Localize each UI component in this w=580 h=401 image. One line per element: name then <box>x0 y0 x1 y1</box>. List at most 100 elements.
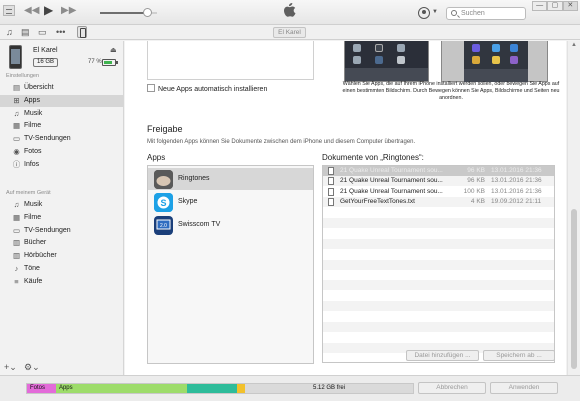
mini-app-icon <box>492 56 500 64</box>
footer: Fotos Apps 5.12 GB frei Abbrechen Anwenden <box>0 375 580 401</box>
music-icon: ♫ <box>13 200 20 209</box>
sidebar-item-bücher[interactable]: ▥ Bücher <box>0 237 123 249</box>
storage-segment: Apps <box>55 384 188 393</box>
volume-slider[interactable] <box>100 12 148 14</box>
window-menu-icon[interactable] <box>3 5 15 16</box>
sidebar-item-label: Apps <box>24 96 40 104</box>
volume-knob[interactable] <box>143 8 152 17</box>
sidebar-item-apps[interactable]: ⊞ Apps <box>0 94 123 107</box>
mini-app-icon <box>397 56 405 64</box>
title-bar: ◀◀ ▶ ▶▶ ▼ Suchen — ▢ ✕ <box>0 0 580 25</box>
main-scrollbar[interactable]: ▲ <box>567 41 580 375</box>
iphone-thumbnail-icon <box>9 45 22 69</box>
add-file-button[interactable]: Datei hinzufügen ... <box>406 350 479 361</box>
photos-icon: ◉ <box>13 147 20 156</box>
storage-segment <box>237 384 246 393</box>
previous-track-icon[interactable]: ◀◀ <box>24 5 39 16</box>
search-icon <box>451 10 457 16</box>
info-icon: ⓘ <box>12 159 21 169</box>
mini-app-icon <box>397 44 405 52</box>
sidebar-item-label: Filme <box>24 213 42 221</box>
mini-app-icon <box>510 56 518 64</box>
sidebar-item-label: Musik <box>24 201 43 208</box>
apps-column-header: Apps <box>147 153 166 162</box>
document-date: 13.01.2016 21:36 <box>491 167 542 174</box>
capacity-badge: 16 GB <box>33 58 59 67</box>
more-icon[interactable]: ••• <box>56 27 65 37</box>
sidebar-item-musik[interactable]: ♫ Musik <box>0 108 123 120</box>
save-to-button[interactable]: Speichern ab ... <box>483 350 555 361</box>
storage-segment <box>187 384 238 393</box>
iphone-icon[interactable] <box>77 26 87 38</box>
document-file-icon <box>328 187 334 196</box>
empty-row <box>323 208 554 218</box>
home-screen-preview-1[interactable] <box>344 41 429 82</box>
sidebar-item-infos[interactable]: ⓘ Infos <box>0 159 123 171</box>
document-file-icon <box>328 177 334 186</box>
film-icon: ▦ <box>12 121 21 131</box>
sidebar-item-käufe[interactable]: ≡ Käufe <box>0 276 123 288</box>
account-caret-icon[interactable]: ▼ <box>432 9 438 15</box>
home-screen-preview-2[interactable] <box>441 41 548 82</box>
sidebar-item-filme[interactable]: ▦ Filme <box>0 212 123 224</box>
document-date: 19.09.2012 21:11 <box>491 198 542 206</box>
sidebar-item-tv-sendungen[interactable]: ▭ TV-Sendungen <box>0 225 123 237</box>
sidebar-item-musik[interactable]: ♫ Musik <box>0 199 123 211</box>
app-row-ringtones[interactable]: Ringtones <box>148 168 313 190</box>
scroll-thumb[interactable] <box>571 209 577 369</box>
document-row[interactable]: GetYourFreeTextTones.txt 4 KB 19.09.2012 2… <box>323 197 554 208</box>
document-name: 21 Quake Unreal Tournament sou... <box>340 167 443 174</box>
document-row[interactable]: 21 Quake Unreal Tournament sou... 96 KB 13… <box>323 166 554 176</box>
document-size: 96 KB <box>467 177 485 185</box>
main-panel: Neue Apps automatisch installieren Wähle… <box>125 41 566 375</box>
sidebar-item-fotos[interactable]: ◉ Fotos <box>0 146 123 158</box>
auto-install-row[interactable]: Neue Apps automatisch installieren <box>147 84 267 93</box>
sidebar-item-übersicht[interactable]: ▤ Übersicht <box>0 82 123 94</box>
sidebar-item-label: TV-Sendungen <box>24 135 71 143</box>
film-icon[interactable]: ▤ <box>21 27 30 38</box>
sidebar-item-label: Übersicht <box>24 84 54 91</box>
empty-row <box>323 270 554 280</box>
tv-icon[interactable]: ▭ <box>38 27 47 38</box>
add-playlist-button[interactable]: +⌄ <box>4 362 17 373</box>
preview-screen <box>464 41 528 82</box>
audiobooks-icon: ▥ <box>12 251 21 261</box>
empty-row <box>323 280 554 291</box>
mini-app-icon <box>472 56 480 64</box>
apply-button[interactable]: Anwenden <box>490 382 558 394</box>
eject-icon[interactable]: ⏏ <box>110 46 117 54</box>
sidebar-item-töne[interactable]: ♪ Töne <box>0 263 123 275</box>
sidebar-settings-button[interactable]: ⚙⌄ <box>24 362 40 373</box>
auto-install-checkbox[interactable] <box>147 84 155 92</box>
sidebar-item-label: Käufe <box>24 277 43 285</box>
cancel-button[interactable]: Abbrechen <box>418 382 486 394</box>
document-name: 21 Quake Unreal Tournament sou... <box>340 187 443 195</box>
sidebar-item-tv-sendungen[interactable]: ▭ TV-Sendungen <box>0 133 123 145</box>
app-row-swisscom-tv[interactable]: 2.0 Swisscom TV <box>148 214 313 236</box>
sidebar-item-label: Hörbücher <box>24 252 57 260</box>
empty-row <box>323 238 554 249</box>
next-track-icon[interactable]: ▶▶ <box>61 5 76 16</box>
sidebar-item-label: Töne <box>24 265 40 272</box>
search-field[interactable]: Suchen <box>446 7 526 20</box>
close-button[interactable]: ✕ <box>562 1 578 11</box>
document-row[interactable]: 21 Quake Unreal Tournament sou... 100 KB 1… <box>323 187 554 197</box>
scroll-up-icon[interactable]: ▲ <box>571 42 577 48</box>
sidebar-item-label: Infos <box>24 160 40 168</box>
play-icon[interactable]: ▶ <box>44 3 53 17</box>
sidebar-item-hörbücher[interactable]: ▥ Hörbücher <box>0 250 123 262</box>
home-screen-app-list[interactable] <box>147 41 314 80</box>
account-icon[interactable] <box>418 7 430 19</box>
document-row[interactable]: 21 Quake Unreal Tournament sou... 96 KB 13… <box>323 176 554 187</box>
document-name: 21 Quake Unreal Tournament sou... <box>340 177 443 185</box>
storage-capacity-bar: Fotos Apps 5.12 GB frei <box>26 383 414 394</box>
summary-icon: ▤ <box>12 83 21 92</box>
app-row-skype[interactable]: S Skype <box>148 191 313 213</box>
music-note-icon[interactable]: ♫ <box>6 27 13 37</box>
empty-row <box>323 218 554 228</box>
maximize-button[interactable]: ▢ <box>547 1 563 11</box>
device-tab[interactable]: El Karel <box>273 27 306 38</box>
minimize-button[interactable]: — <box>532 1 548 11</box>
sidebar-item-filme[interactable]: ▦ Filme <box>0 120 123 132</box>
file-sharing-apps-list: Ringtones S Skype 2.0 Swisscom TV <box>147 165 314 364</box>
